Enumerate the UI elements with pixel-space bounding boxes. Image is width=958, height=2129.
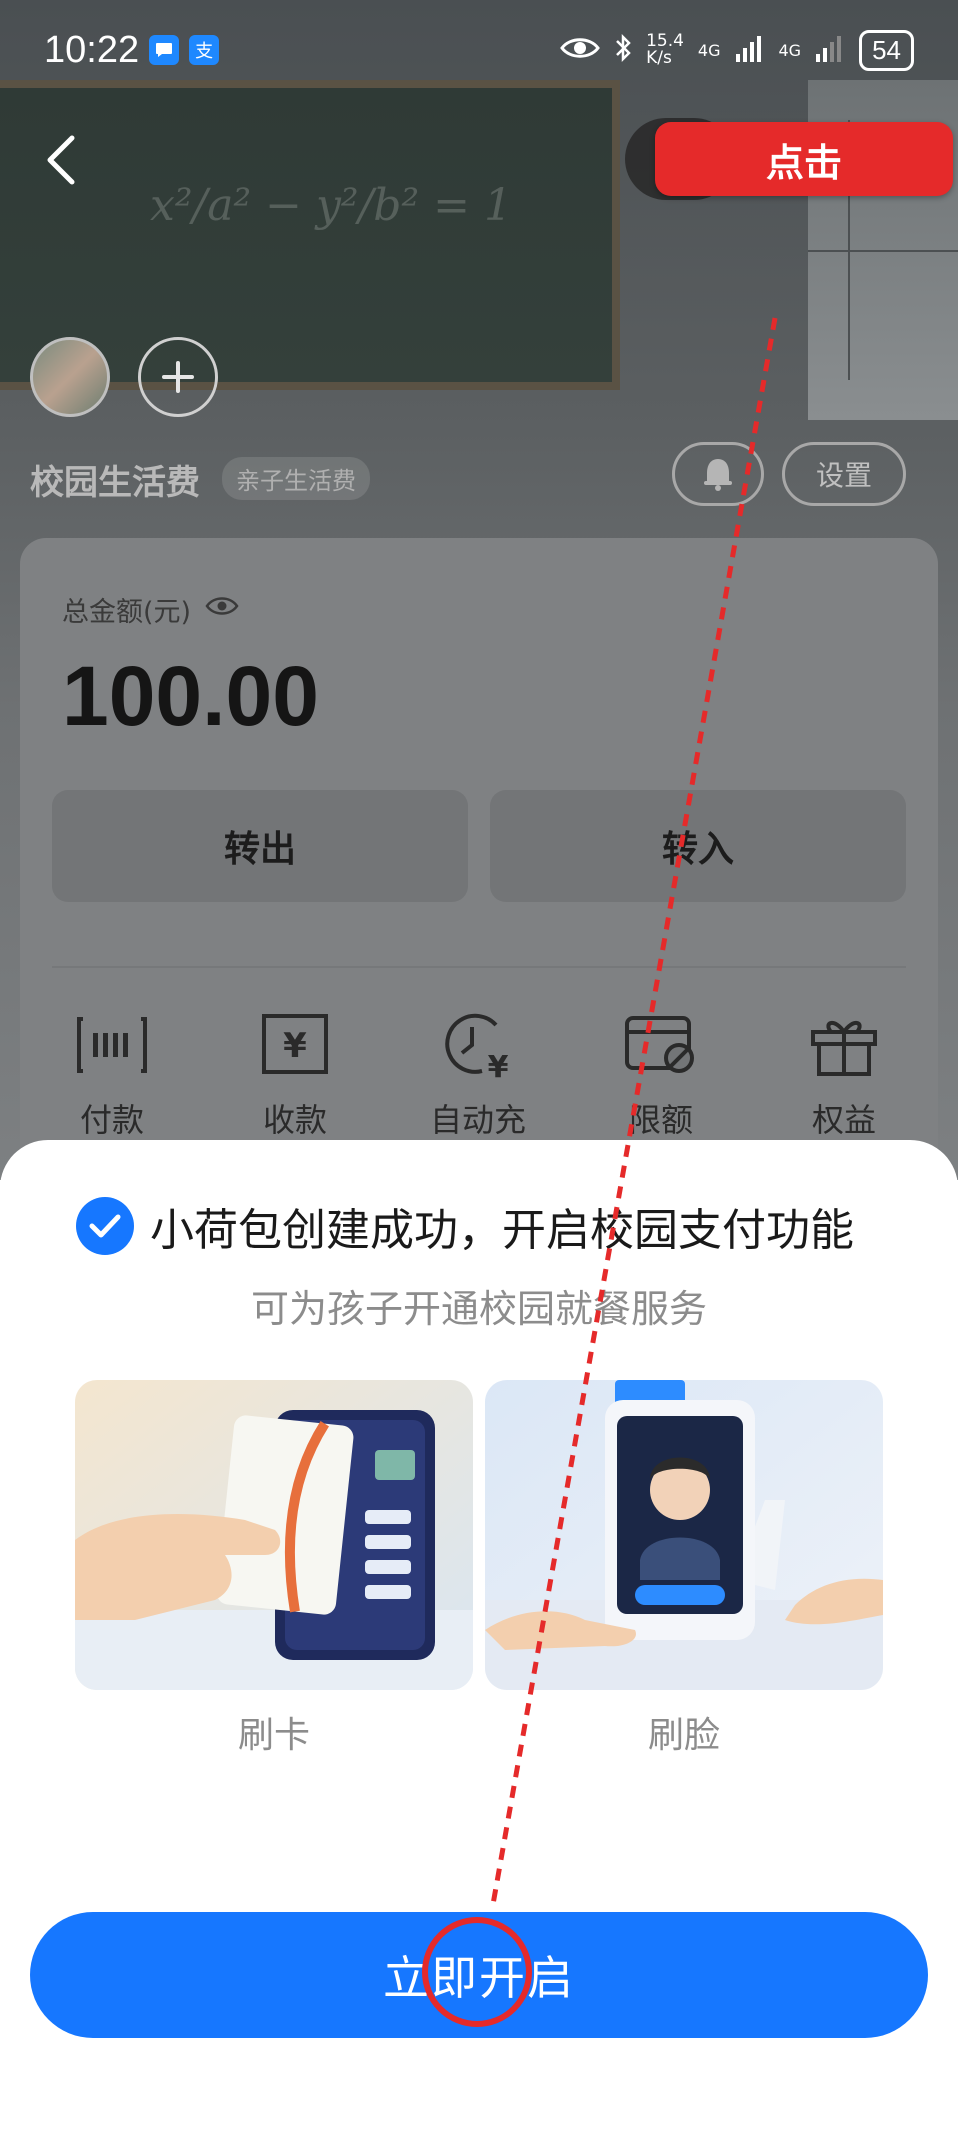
- function-receive-label: 收款: [262, 1101, 327, 1139]
- chalk-formula-decoration: x²/a² − y²/b² = 1: [150, 180, 512, 231]
- function-limit[interactable]: 限额: [601, 1005, 721, 1141]
- transfer-in-button[interactable]: 转入: [490, 790, 906, 902]
- wallet-title: 校园生活费: [30, 463, 200, 503]
- card-swipe-image: [75, 1380, 473, 1690]
- plus-icon: [162, 361, 194, 393]
- auto-recharge-icon: ¥: [418, 1005, 538, 1085]
- net-speed: 15.4 K/s: [646, 31, 684, 68]
- back-button[interactable]: [30, 130, 90, 190]
- function-auto-recharge[interactable]: ¥ 自动充: [418, 1005, 538, 1141]
- bell-icon: [704, 459, 732, 491]
- receive-money-icon: ¥: [235, 1005, 355, 1085]
- function-auto-recharge-label: 自动充: [429, 1101, 526, 1139]
- bluetooth-icon: [614, 33, 632, 67]
- total-amount: 100.00: [62, 649, 319, 743]
- settings-button[interactable]: 设置: [782, 442, 906, 506]
- card-swipe-label: 刷卡: [237, 1715, 310, 1756]
- svg-text:¥: ¥: [488, 1050, 509, 1081]
- limit-icon: [601, 1005, 721, 1085]
- amount-label-text: 总金额(元): [62, 597, 192, 628]
- battery-indicator: 54: [859, 29, 914, 71]
- function-benefits[interactable]: 权益: [784, 1005, 904, 1141]
- sheet-title-row: 小荷包创建成功，开启校园支付功能: [76, 1194, 854, 1258]
- sheet-subtitle: 可为孩子开通校园就餐服务: [250, 1287, 707, 1331]
- barcode-icon: [52, 1005, 172, 1085]
- amount-label: 总金额(元): [62, 590, 239, 629]
- signal-4g-label-1: 4G: [697, 40, 721, 60]
- wallet-type-tag: 亲子生活费: [222, 457, 370, 500]
- notification-button[interactable]: [672, 442, 764, 506]
- message-app-icon: [149, 35, 180, 65]
- status-bar: 10:22 支 15.4 K/s 4G 4G 54: [0, 0, 958, 100]
- sheet-title: 小荷包创建成功，开启校园支付功能: [150, 1205, 854, 1256]
- signal-bars-icon: [735, 34, 765, 66]
- transfer-out-button[interactable]: 转出: [52, 790, 468, 902]
- add-member-button[interactable]: [138, 337, 218, 417]
- gift-icon: [784, 1005, 904, 1085]
- function-pay[interactable]: 付款: [52, 1005, 172, 1141]
- avatar[interactable]: [30, 337, 110, 417]
- function-benefits-label: 权益: [811, 1101, 876, 1139]
- function-limit-label: 限额: [628, 1101, 693, 1139]
- signal-bars-weak-icon: [815, 34, 845, 66]
- enable-now-button[interactable]: 立即开启: [30, 1912, 928, 2038]
- card-divider: [52, 966, 906, 968]
- function-pay-label: 付款: [79, 1101, 144, 1139]
- eye-toggle-icon[interactable]: [205, 594, 239, 625]
- eye-icon: [560, 35, 600, 65]
- status-indicators: 15.4 K/s 4G 4G 54: [560, 29, 914, 71]
- status-time: 10:22: [44, 28, 140, 71]
- svg-text:¥: ¥: [283, 1026, 307, 1066]
- click-annotation-tag: 点击: [655, 122, 953, 196]
- face-pay-label: 刷脸: [647, 1715, 720, 1756]
- chevron-left-icon: [47, 135, 75, 185]
- check-circle-icon: [76, 1197, 134, 1255]
- face-pay-image: [485, 1380, 883, 1690]
- signal-4g-label-2: 4G: [778, 40, 802, 60]
- alipay-app-icon: 支: [189, 35, 220, 65]
- function-receive[interactable]: ¥ 收款: [235, 1005, 355, 1141]
